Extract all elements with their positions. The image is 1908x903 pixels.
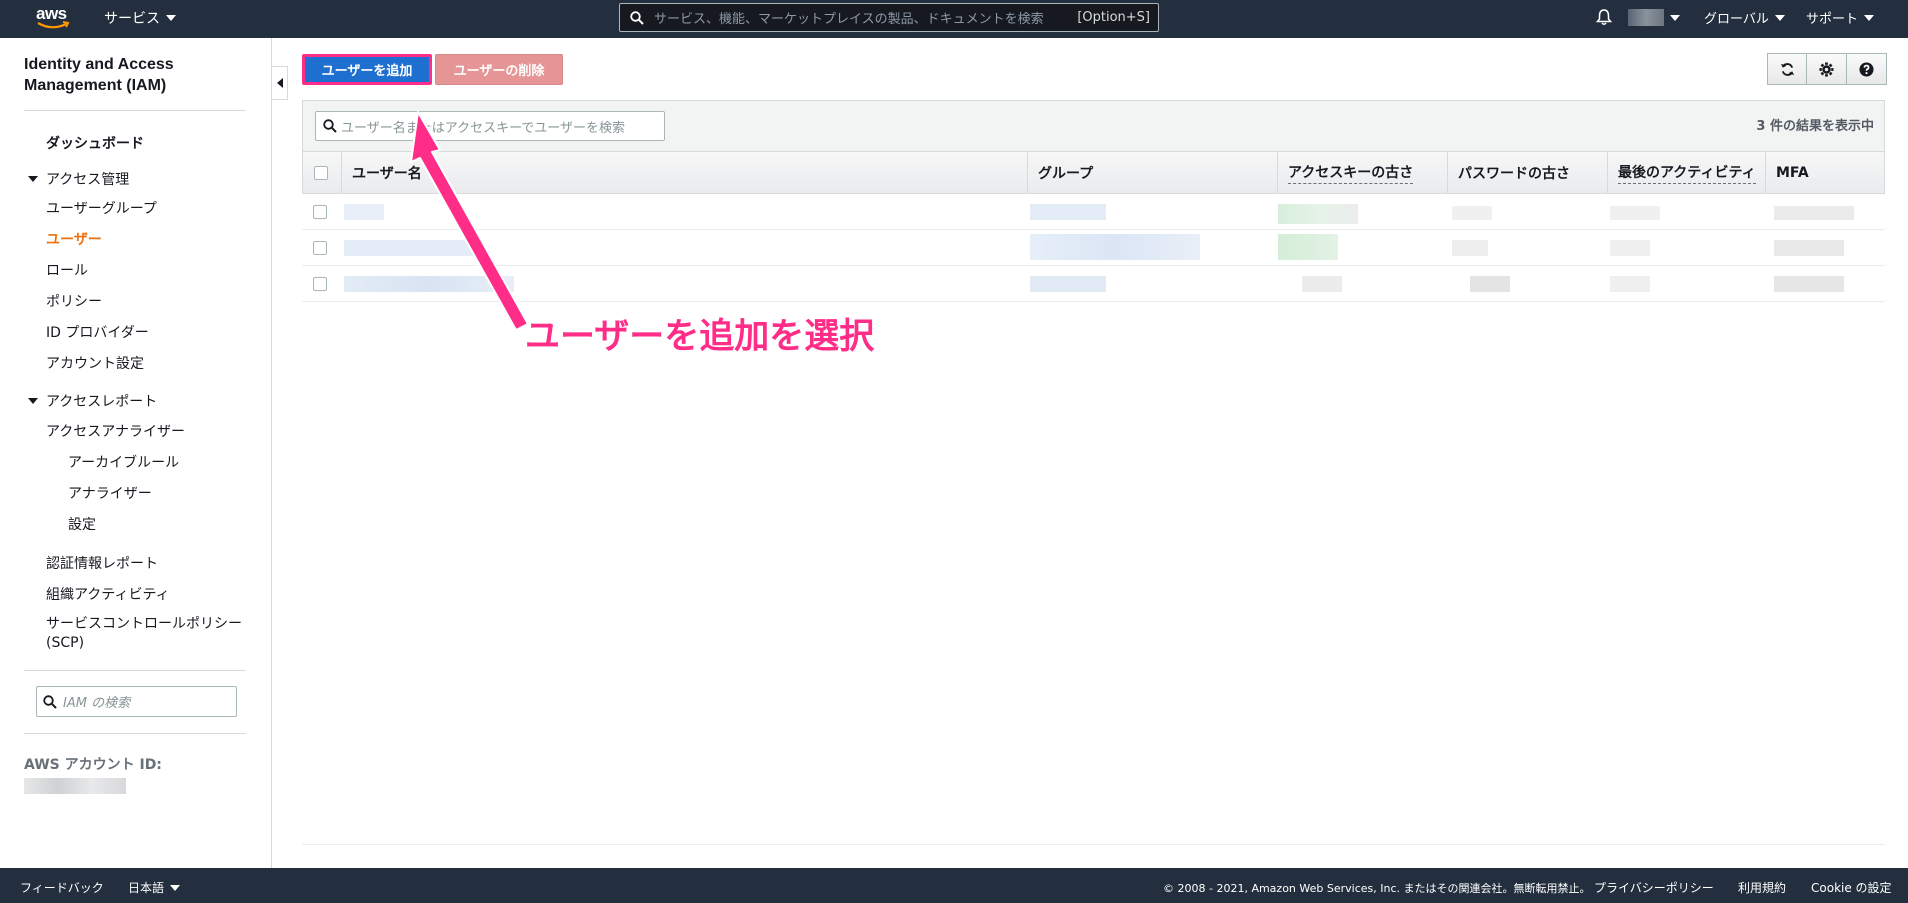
annotation-arrow-icon bbox=[410, 111, 529, 331]
chevron-down-icon bbox=[170, 884, 181, 891]
annotation-label: ユーザーを追加を選択 bbox=[525, 317, 875, 357]
copyright: © 2008 - 2021, Amazon Web Services, Inc.… bbox=[1163, 882, 1591, 895]
feedback-link[interactable]: フィードバック bbox=[20, 879, 104, 896]
footer: フィードバック 日本語 © 2008 - 2021, Amazon Web Se… bbox=[0, 868, 1908, 903]
language-selector[interactable]: 日本語 bbox=[128, 879, 181, 896]
cookie-settings-link[interactable]: Cookie の設定 bbox=[1811, 879, 1892, 896]
language-label: 日本語 bbox=[128, 881, 165, 895]
privacy-policy-link[interactable]: プライバシーポリシー bbox=[1594, 879, 1714, 896]
terms-link[interactable]: 利用規約 bbox=[1738, 879, 1786, 896]
